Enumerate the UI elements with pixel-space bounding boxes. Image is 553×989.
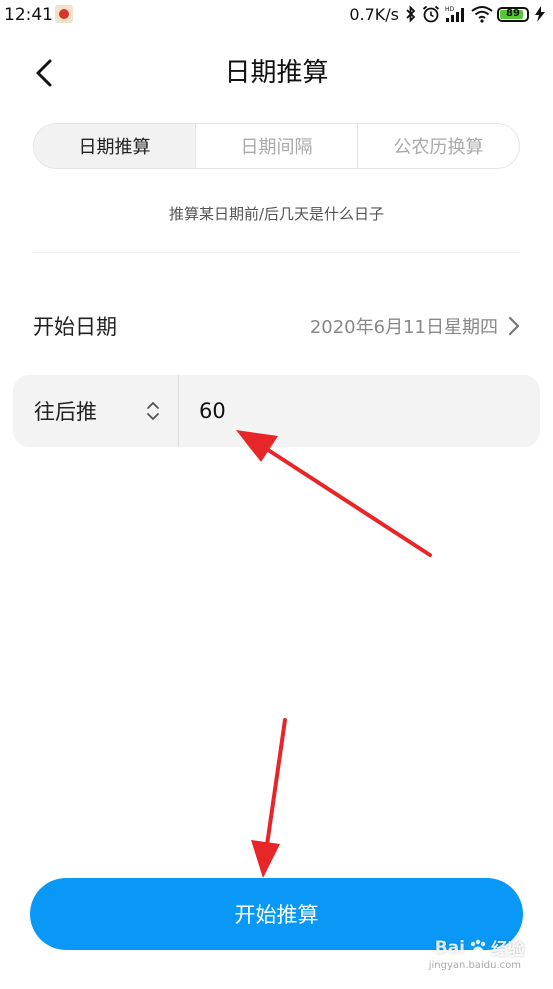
chevron-right-icon bbox=[508, 316, 520, 336]
offset-row: 往后推 bbox=[13, 375, 540, 447]
direction-select[interactable]: 往后推 bbox=[13, 375, 179, 447]
charging-icon bbox=[533, 5, 547, 23]
paw-icon bbox=[470, 939, 486, 955]
mode-description: 推算某日期前/后几天是什么日子 bbox=[168, 205, 385, 223]
status-bar: 12:41 0.7K/s HD 89 bbox=[0, 0, 553, 32]
start-date-row[interactable]: 开始日期 2020年6月11日星期四 bbox=[33, 300, 520, 352]
watermark-url: jingyan.baidu.com bbox=[428, 960, 521, 971]
watermark-text: Bai bbox=[434, 937, 465, 958]
network-speed: 0.7K/s bbox=[349, 4, 399, 24]
direction-label: 往后推 bbox=[34, 400, 97, 424]
status-icons: 0.7K/s HD 89 bbox=[349, 4, 547, 24]
alarm-icon bbox=[421, 4, 441, 24]
bluetooth-icon bbox=[405, 5, 417, 23]
start-date-label: 开始日期 bbox=[33, 315, 117, 339]
battery-level: 89 bbox=[506, 8, 520, 19]
wifi-icon bbox=[471, 5, 493, 23]
page-title: 日期推算 bbox=[224, 58, 329, 88]
start-date-value: 2020年6月11日星期四 bbox=[309, 317, 498, 338]
hd-signal-icon: HD bbox=[445, 5, 467, 23]
days-input[interactable] bbox=[179, 375, 540, 447]
status-time: 12:41 bbox=[4, 5, 53, 25]
watermark: Bai 经验 bbox=[434, 935, 525, 961]
svg-text:HD: HD bbox=[445, 6, 455, 13]
app-notification-icon bbox=[55, 5, 73, 23]
battery-icon: 89 bbox=[497, 6, 529, 22]
tab-date-calculation[interactable]: 日期推算 bbox=[34, 124, 196, 168]
divider bbox=[33, 252, 520, 253]
tab-date-interval[interactable]: 日期间隔 bbox=[196, 124, 358, 168]
annotation-arrow-button bbox=[251, 718, 287, 878]
annotation-arrow-days bbox=[236, 430, 432, 557]
start-date-picker[interactable]: 2020年6月11日星期四 bbox=[310, 313, 520, 339]
watermark-text-2: 经验 bbox=[491, 940, 525, 960]
tab-lunar-conversion[interactable]: 公农历换算 bbox=[358, 124, 519, 168]
up-down-arrows-icon bbox=[147, 402, 159, 420]
mode-tabs: 日期推算 日期间隔 公农历换算 bbox=[33, 123, 520, 169]
